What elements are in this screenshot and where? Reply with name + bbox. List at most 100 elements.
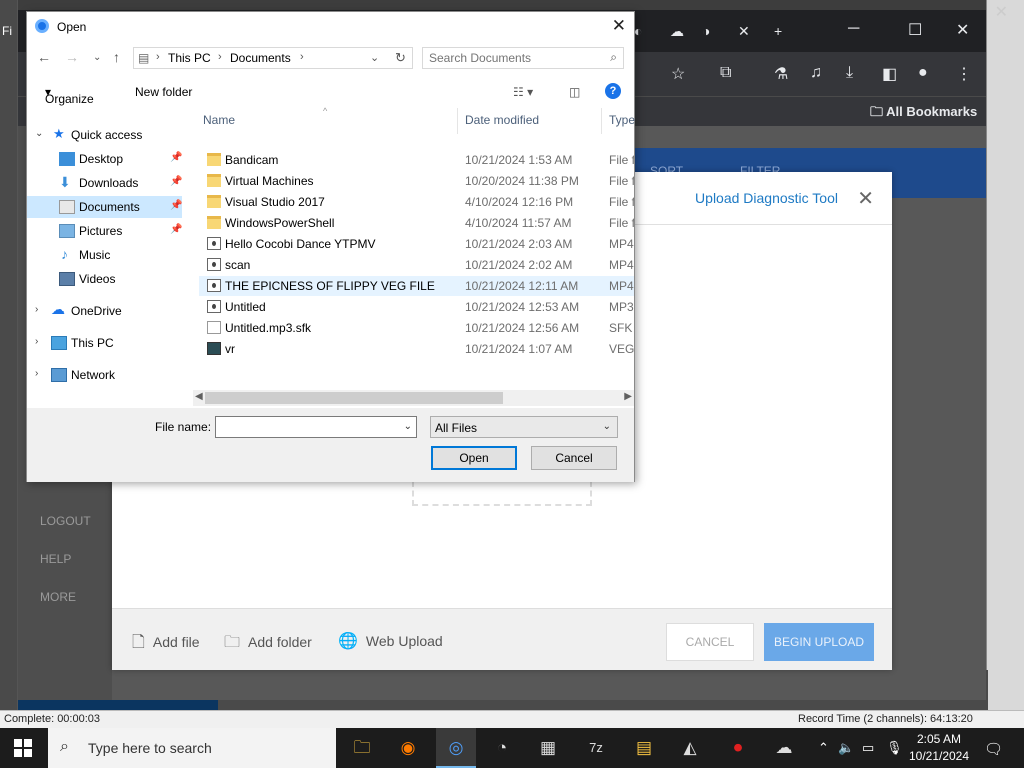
bookmark-star-icon[interactable]: ☆ xyxy=(671,64,685,84)
column-divider[interactable] xyxy=(457,108,458,134)
media-icon[interactable]: ♫ xyxy=(810,64,822,82)
window-close-icon[interactable]: ✕ xyxy=(956,20,969,40)
file-row[interactable]: Hello Cocobi Dance YTPMV 10/21/2024 2:03… xyxy=(199,234,634,254)
nav-item-pictures[interactable]: Pictures 📌 xyxy=(27,220,182,242)
horizontal-scrollbar[interactable]: ◀ ▶ xyxy=(193,390,634,406)
expand-arrow-icon[interactable]: › xyxy=(35,304,38,315)
add-file-button[interactable]: 🗋 Add file xyxy=(132,631,200,658)
cloud-tab-icon[interactable]: ☁ xyxy=(670,23,684,40)
scroll-left-icon[interactable]: ◀ xyxy=(195,391,203,402)
menu-more[interactable]: MORE xyxy=(40,590,76,604)
tab-icon-1[interactable]: ◐ xyxy=(634,23,642,39)
taskbar-clock[interactable]: 2:05 AM 10/21/2024 xyxy=(908,731,970,765)
lab-icon[interactable]: ⚗ xyxy=(774,64,788,84)
refresh-icon[interactable]: ↻ xyxy=(389,47,413,69)
chevron-down-icon[interactable]: ⌄ xyxy=(404,421,412,432)
modal-cancel-button[interactable]: CANCEL xyxy=(666,623,754,661)
breadcrumb-documents[interactable]: Documents xyxy=(230,51,291,65)
expand-arrow-icon[interactable]: ⌄ xyxy=(35,128,43,139)
chrome-taskbar-icon[interactable]: ◎ xyxy=(436,728,476,768)
app-icon-8[interactable]: ◭ xyxy=(670,728,710,768)
cancel-button[interactable]: Cancel xyxy=(531,446,617,470)
recent-locations-icon[interactable]: ⌄ xyxy=(93,52,101,63)
file-row[interactable]: Untitled 10/21/2024 12:53 AM MP3 xyxy=(199,297,634,317)
file-explorer-icon[interactable]: 🗀 xyxy=(342,728,382,768)
nav-item-videos[interactable]: Videos xyxy=(27,268,182,290)
modal-close-icon[interactable]: ✕ xyxy=(857,186,874,211)
expand-arrow-icon[interactable]: › xyxy=(35,368,38,379)
file-row[interactable]: THE EPICNESS OF FLIPPY VEG FILE 10/21/20… xyxy=(199,276,634,296)
new-folder-button[interactable]: New folder xyxy=(135,85,192,99)
network-tray-icon[interactable]: ▭ xyxy=(862,740,874,756)
nav-quick-access[interactable]: ⌄ ★ Quick access xyxy=(27,124,182,146)
search-input[interactable] xyxy=(429,50,599,66)
download-icon[interactable]: ⤓ xyxy=(846,64,853,82)
minimize-icon[interactable]: ─ xyxy=(848,20,859,38)
file-row[interactable]: vr 10/21/2024 1:07 AM VEG F xyxy=(199,339,634,359)
address-dropdown-icon[interactable]: ⌄ xyxy=(370,51,379,64)
dialog-close-icon[interactable]: ✕ xyxy=(612,16,626,36)
file-row[interactable]: Bandicam 10/21/2024 1:53 AM File fo xyxy=(199,150,634,170)
nav-item-documents[interactable]: Documents 📌 xyxy=(27,196,182,218)
windows-start-icon[interactable] xyxy=(14,739,32,757)
file-row[interactable]: scan 10/21/2024 2:02 AM MP4 xyxy=(199,255,634,275)
microphone-icon[interactable]: 🎙 xyxy=(886,740,903,756)
column-header-name[interactable]: Name xyxy=(203,113,235,127)
column-header-date[interactable]: Date modified xyxy=(465,113,539,127)
up-arrow-icon[interactable]: ↑ xyxy=(113,49,120,65)
vegas-close-icon[interactable]: ✕ xyxy=(995,2,1008,22)
7zip-icon[interactable]: 7z xyxy=(576,728,616,768)
address-bar[interactable]: ▤ › This PC › Documents › ⌄ xyxy=(133,47,413,69)
recorder-app-icon[interactable]: ◔ xyxy=(482,728,522,768)
breadcrumb-this-pc[interactable]: This PC xyxy=(168,51,211,65)
menu-icon[interactable]: ⋮ xyxy=(956,64,972,84)
column-header-type[interactable]: Type xyxy=(609,113,635,127)
scrollbar-thumb[interactable] xyxy=(205,392,503,404)
nav-item-desktop[interactable]: Desktop 📌 xyxy=(27,148,182,170)
cloud-app-icon[interactable]: ☁ xyxy=(764,728,804,768)
file-row[interactable]: Untitled.mp3.sfk 10/21/2024 12:56 AM SFK… xyxy=(199,318,634,338)
profile-icon[interactable]: ● xyxy=(918,64,928,82)
file-row[interactable]: Virtual Machines 10/20/2024 11:38 PM Fil… xyxy=(199,171,634,191)
organize-button[interactable]: Organize ▾ xyxy=(45,85,94,106)
add-folder-button[interactable]: 🗀 Add folder xyxy=(224,631,312,658)
extensions-icon[interactable]: ⧉ xyxy=(720,64,731,82)
nav-item-downloads[interactable]: ⬇ Downloads 📌 xyxy=(27,172,182,194)
volume-icon[interactable]: 🔈 xyxy=(838,740,854,756)
column-divider[interactable] xyxy=(601,108,602,134)
maximize-icon[interactable]: ☐ xyxy=(908,20,922,40)
all-bookmarks[interactable]: 🗀 All Bookmarks xyxy=(870,103,977,125)
file-name-input[interactable]: ⌄ xyxy=(215,416,417,438)
tab-icon-3[interactable]: ◑ xyxy=(702,23,710,39)
nav-item-music[interactable]: ♪ Music xyxy=(27,244,182,266)
back-arrow-icon[interactable]: ← xyxy=(37,49,51,65)
notes-app-icon[interactable]: ▤ xyxy=(624,728,664,768)
nav-onedrive[interactable]: › ☁ OneDrive xyxy=(27,300,182,322)
expand-arrow-icon[interactable]: › xyxy=(35,336,38,347)
record-icon[interactable]: ⏺ xyxy=(718,728,758,768)
firefox-icon[interactable]: ◉ xyxy=(388,728,428,768)
open-button[interactable]: Open xyxy=(431,446,517,470)
web-upload-button[interactable]: 🌐 Web Upload xyxy=(338,631,443,651)
tab-close-icon[interactable]: ✕ xyxy=(738,23,750,40)
taskbar-search[interactable]: ⌕ Type here to search xyxy=(48,728,336,768)
menu-logout[interactable]: LOGOUT xyxy=(40,514,91,528)
view-options-icon[interactable]: ☷ ▾ xyxy=(513,85,533,99)
file-type-select[interactable]: All Files ⌄ xyxy=(430,416,618,438)
nav-network[interactable]: › Network xyxy=(27,364,182,386)
forward-arrow-icon[interactable]: → xyxy=(65,49,79,65)
file-row[interactable]: Visual Studio 2017 4/10/2024 12:16 PM Fi… xyxy=(199,192,634,212)
help-icon[interactable]: ? xyxy=(605,83,621,99)
menu-help[interactable]: HELP xyxy=(40,552,71,566)
nav-this-pc[interactable]: › This PC xyxy=(27,332,182,354)
tray-chevron-up-icon[interactable]: ⌃ xyxy=(818,740,829,756)
begin-upload-button[interactable]: BEGIN UPLOAD xyxy=(764,623,874,661)
vegas-taskbar-icon[interactable]: ▦ xyxy=(528,728,568,768)
file-row[interactable]: WindowsPowerShell 4/10/2024 11:57 AM Fil… xyxy=(199,213,634,233)
scroll-right-icon[interactable]: ▶ xyxy=(624,391,632,402)
sidepanel-icon[interactable]: ◧ xyxy=(882,64,897,84)
new-tab-icon[interactable]: + xyxy=(774,23,782,39)
notifications-icon[interactable]: 🗨 xyxy=(984,740,1003,758)
preview-pane-icon[interactable]: ◫ xyxy=(569,85,580,99)
vegas-file-menu[interactable]: Fi xyxy=(2,24,12,38)
